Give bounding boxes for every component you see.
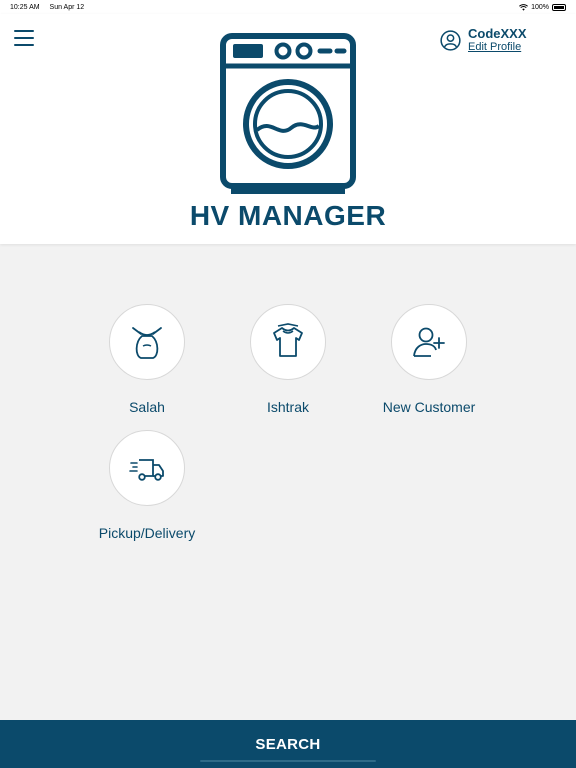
washing-machine-icon	[220, 33, 356, 194]
tile-label: Ishtrak	[266, 399, 309, 415]
search-label: SEARCH	[255, 735, 321, 753]
battery-icon	[552, 3, 566, 11]
battery-percent: 100%	[531, 3, 549, 11]
tile-ishtrak[interactable]: Ishtrak	[213, 304, 363, 415]
header: HV MANAGER CodeXXX Edit Profile	[0, 14, 576, 244]
edit-profile-link[interactable]: Edit Profile	[468, 41, 527, 53]
tile-label: Salah	[129, 399, 165, 415]
tile-pickup-delivery[interactable]: Pickup/Delivery	[72, 430, 222, 541]
profile-text: CodeXXX Edit Profile	[468, 26, 527, 53]
hamburger-menu-icon[interactable]	[14, 30, 34, 46]
status-time: 10:25 AM	[10, 3, 40, 11]
tile-label: New Customer	[382, 399, 476, 415]
tile-salah[interactable]: Salah	[72, 304, 222, 415]
shirt-icon	[273, 323, 303, 357]
tile-circle[interactable]	[109, 430, 185, 506]
status-left: 10:25 AM Sun Apr 12	[10, 4, 92, 11]
status-date: Sun Apr 12	[49, 3, 85, 11]
tile-circle[interactable]	[109, 304, 185, 380]
profile[interactable]: CodeXXX Edit Profile	[440, 26, 527, 53]
status-right: 100%	[519, 3, 566, 11]
tile-circle[interactable]	[391, 304, 467, 380]
laundry-bag-icon	[132, 327, 162, 359]
tile-circle[interactable]	[250, 304, 326, 380]
status-bar: 10:25 AM Sun Apr 12 100%	[0, 0, 576, 14]
profile-name: CodeXXX	[468, 26, 527, 41]
user-circle-icon[interactable]	[440, 30, 461, 51]
home-indicator	[200, 760, 376, 762]
tile-new-customer[interactable]: New Customer	[354, 304, 504, 415]
tile-label: Pickup/Delivery	[98, 525, 196, 541]
app-title: HV MANAGER	[189, 200, 387, 231]
wifi-icon	[519, 3, 529, 11]
delivery-truck-icon	[129, 459, 164, 481]
add-user-icon	[413, 327, 445, 357]
